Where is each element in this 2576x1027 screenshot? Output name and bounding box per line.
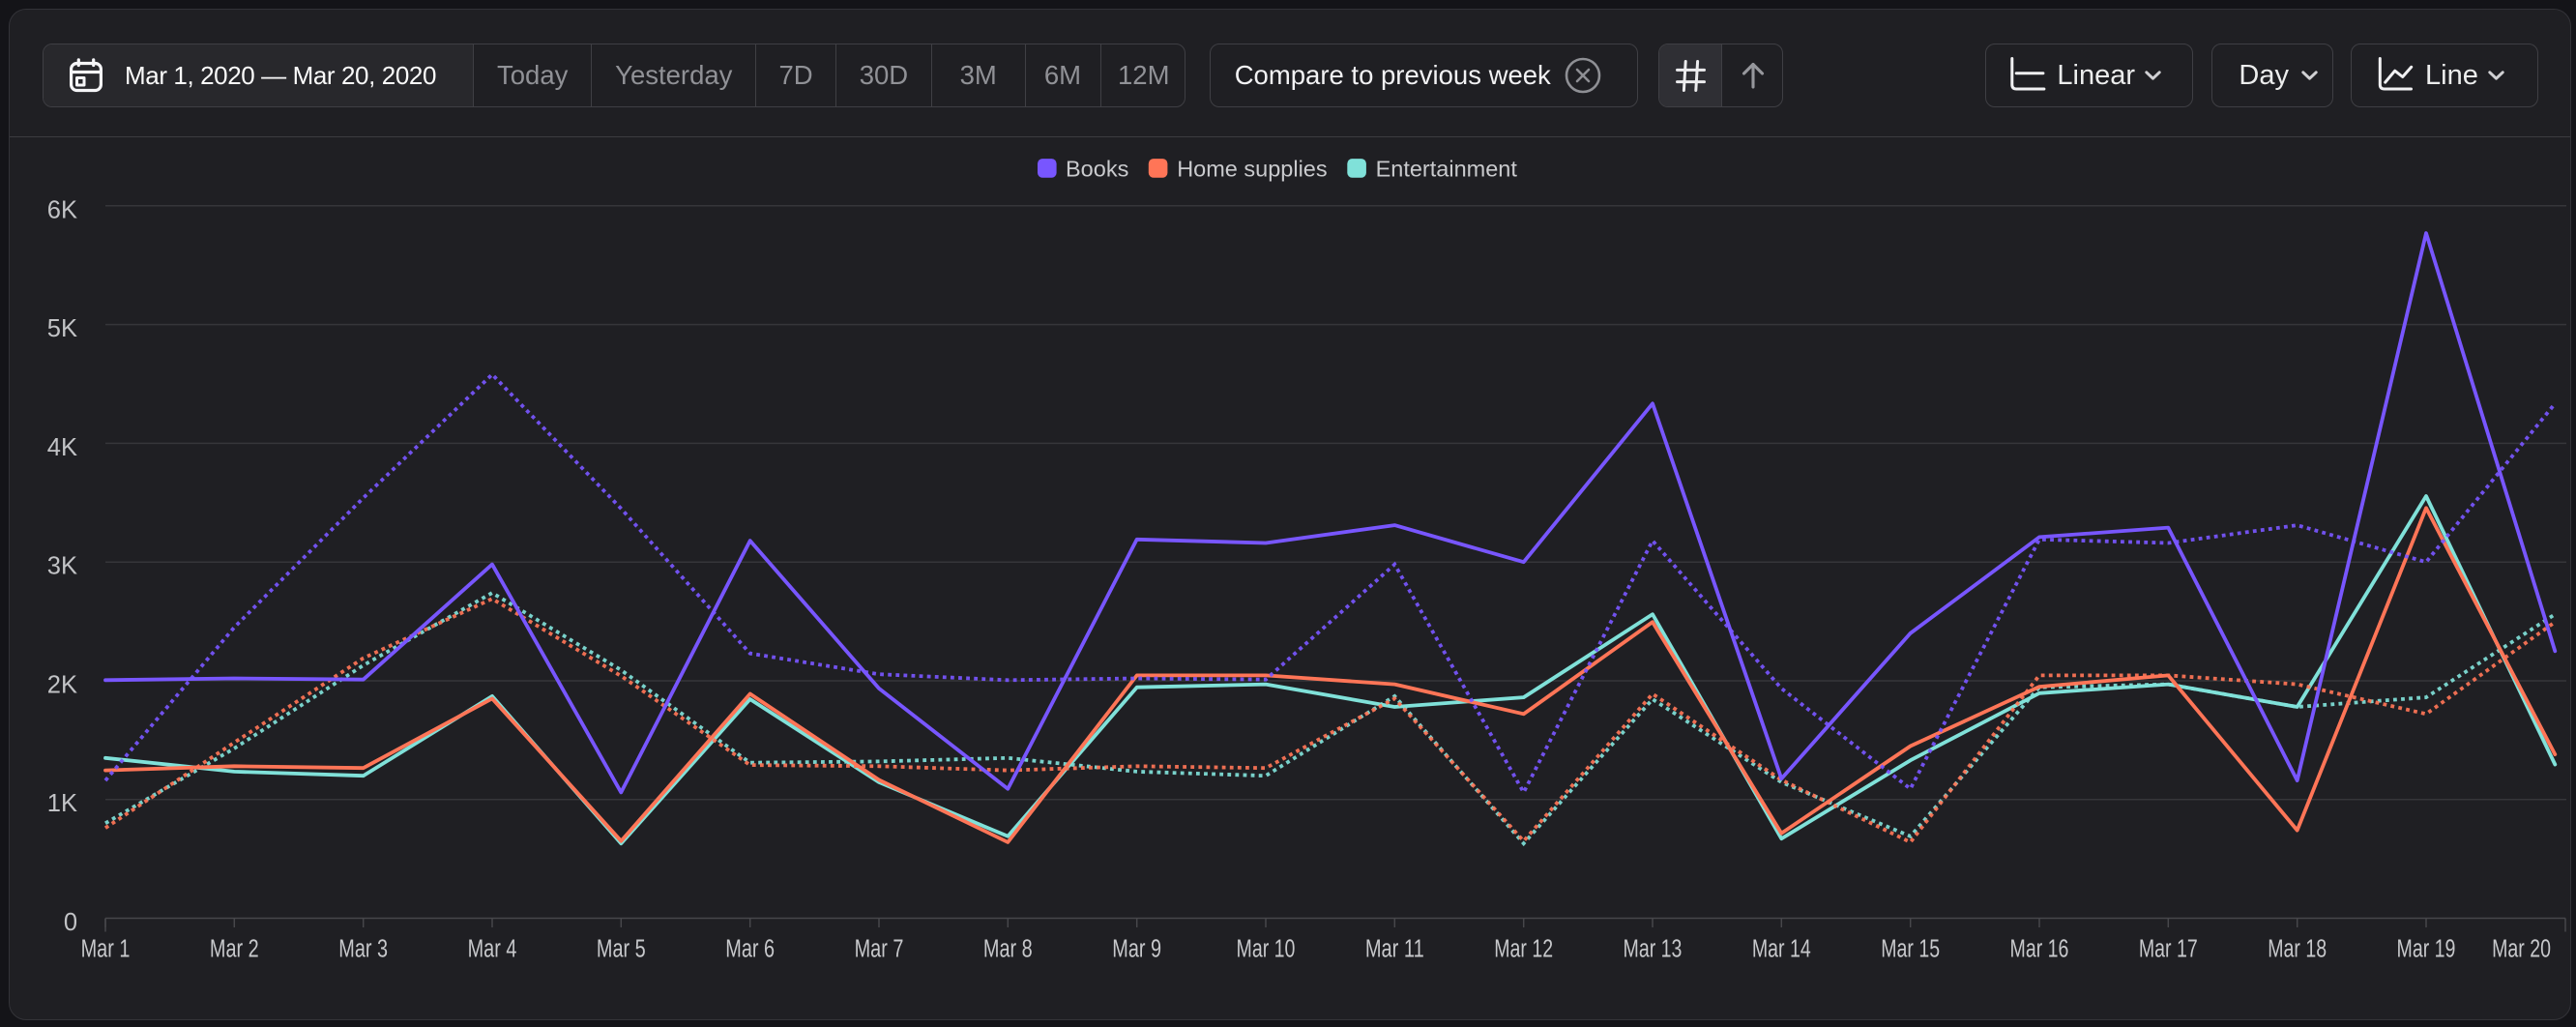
svg-text:Mar 3: Mar 3 xyxy=(338,936,388,963)
svg-text:6K: 6K xyxy=(47,196,77,223)
svg-text:Mar 19: Mar 19 xyxy=(2397,936,2456,963)
svg-text:4K: 4K xyxy=(47,434,77,461)
svg-text:Mar 12: Mar 12 xyxy=(1494,936,1553,963)
svg-text:Mar 10: Mar 10 xyxy=(1237,936,1296,963)
svg-text:Mar 16: Mar 16 xyxy=(2010,936,2069,963)
svg-text:Mar 15: Mar 15 xyxy=(1881,936,1940,963)
svg-text:Mar 2: Mar 2 xyxy=(210,936,259,963)
svg-text:Mar 7: Mar 7 xyxy=(855,936,904,963)
svg-text:Mar 6: Mar 6 xyxy=(725,936,775,963)
svg-text:3K: 3K xyxy=(47,553,77,580)
svg-text:Mar 18: Mar 18 xyxy=(2268,936,2327,963)
svg-text:5K: 5K xyxy=(47,315,77,342)
svg-text:Entertainment: Entertainment xyxy=(1376,157,1518,182)
svg-text:Mar 8: Mar 8 xyxy=(983,936,1033,963)
svg-text:Mar 20: Mar 20 xyxy=(2492,936,2551,963)
svg-text:2K: 2K xyxy=(47,672,77,699)
svg-text:Mar 1: Mar 1 xyxy=(81,936,131,963)
svg-text:Mar 13: Mar 13 xyxy=(1624,936,1683,963)
svg-text:Home supplies: Home supplies xyxy=(1177,157,1327,182)
svg-text:1K: 1K xyxy=(47,790,77,817)
svg-text:Books: Books xyxy=(1066,157,1128,182)
svg-text:0: 0 xyxy=(64,909,77,936)
svg-text:Mar 17: Mar 17 xyxy=(2139,936,2198,963)
svg-text:Mar 11: Mar 11 xyxy=(1365,936,1424,963)
svg-text:Mar 14: Mar 14 xyxy=(1752,936,1811,963)
svg-text:Mar 9: Mar 9 xyxy=(1112,936,1161,963)
svg-text:Mar 4: Mar 4 xyxy=(468,936,517,963)
svg-text:Mar 5: Mar 5 xyxy=(597,936,646,963)
